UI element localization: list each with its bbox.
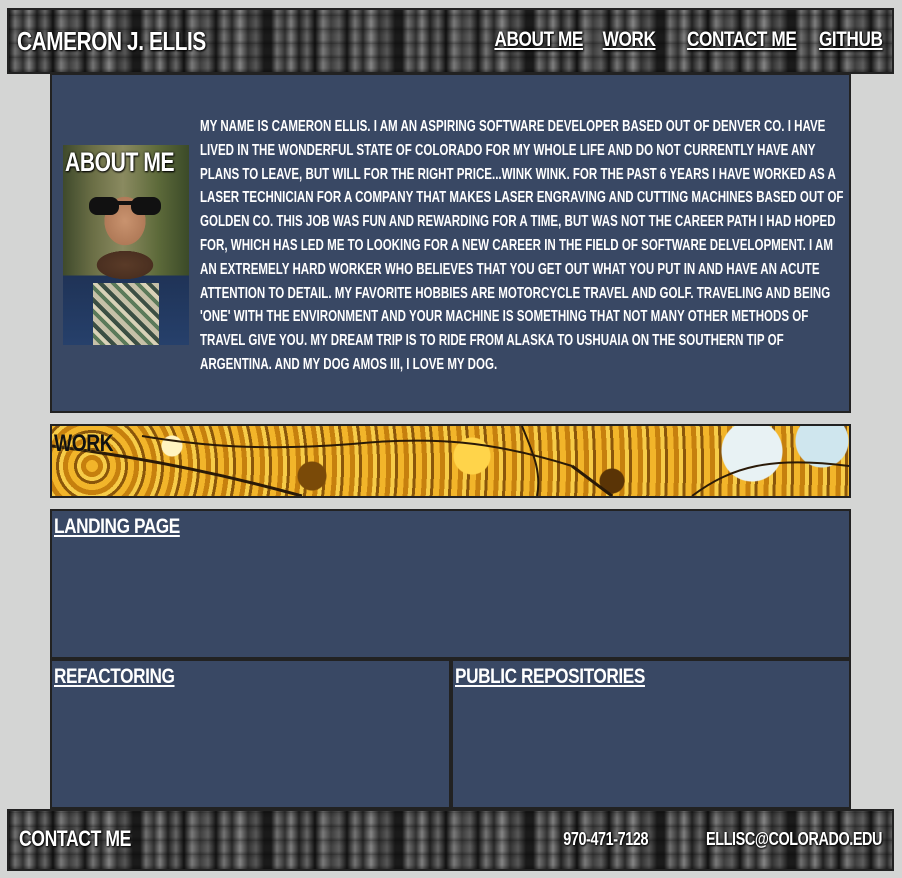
nav-github[interactable]: GitHub (818, 28, 882, 52)
work-banner: Work (50, 424, 851, 498)
project-refactoring: Refactoring (50, 659, 451, 809)
main-nav: About Me Work Contact Me GitHub (475, 28, 882, 52)
bio-line: Golden CO. This job was fun and rewardin… (200, 213, 836, 231)
project-landing-page: Landing Page (50, 509, 851, 659)
work-title: Work (54, 430, 114, 457)
nav-about-me[interactable]: About Me (494, 28, 583, 52)
shirt-pattern (93, 283, 159, 345)
project-public-repositories: Public Repositories (451, 659, 851, 809)
bio-line: for, which has led me to looking for a n… (200, 236, 834, 254)
bio-line: 'one' with the environment and your mach… (200, 308, 809, 326)
project-link-landing-page[interactable]: Landing Page (54, 515, 180, 539)
bio-line: lived in the wonderful state of Colorado… (200, 141, 816, 159)
footer-phone: 970-471-7128 (563, 829, 648, 849)
footer-contacts: 970-471-7128 ellisc@colorado.edu (542, 829, 882, 850)
bio-line: an extremely hard worker who believes th… (200, 260, 820, 278)
bio-line: attention to detail. My favorite hobbies… (200, 284, 831, 302)
footer-contact-title: Contact Me (19, 826, 132, 851)
site-title: Cameron J. Ellis (17, 26, 206, 56)
sunglasses-icon (89, 197, 161, 215)
about-bio: My name is Cameron Ellis. I am an aspiri… (200, 115, 844, 377)
bio-line: Argentina. And my dog Amos III, I love m… (200, 355, 498, 373)
bio-line: plans to leave, but will for the right p… (200, 165, 836, 183)
nav-work[interactable]: Work (602, 28, 655, 52)
footer-email[interactable]: ellisc@colorado.edu (706, 829, 882, 850)
project-link-refactoring[interactable]: Refactoring (54, 665, 175, 689)
bio-line: My name is Cameron Ellis. I am an aspiri… (200, 118, 826, 135)
about-title: About Me (65, 147, 175, 177)
site-header: Cameron J. Ellis About Me Work Contact M… (7, 8, 894, 74)
bio-line: travel give you. My dream trip is to rid… (200, 332, 784, 350)
about-section: About Me My name is Cameron Ellis. I am … (50, 73, 851, 413)
site-footer: Contact Me 970-471-7128 ellisc@colorado.… (7, 809, 894, 871)
branch-decoration (52, 426, 849, 496)
bio-line: laser technician for a company that make… (200, 189, 844, 207)
project-link-public-repositories[interactable]: Public Repositories (455, 665, 645, 689)
nav-contact-me[interactable]: Contact Me (687, 28, 797, 52)
